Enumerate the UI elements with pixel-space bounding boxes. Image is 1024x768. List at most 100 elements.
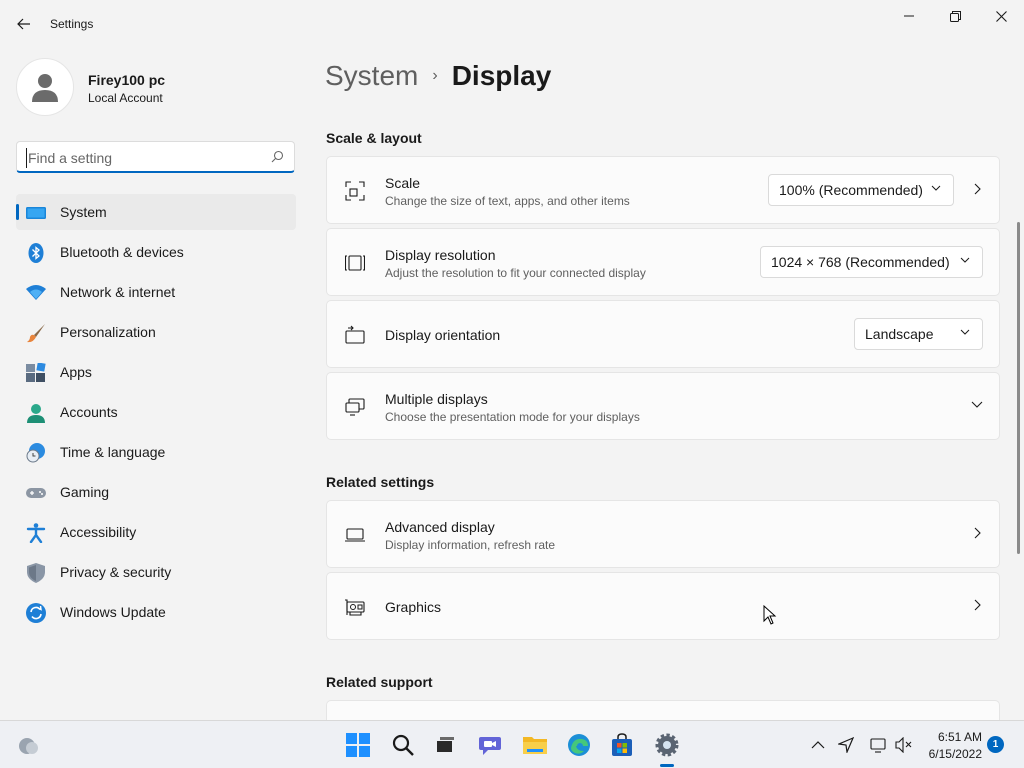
chevron-right-icon [974,527,981,539]
shield-icon [27,563,45,583]
location-icon [838,737,854,753]
start-button[interactable] [343,730,373,760]
gear-icon [655,733,679,757]
volume-tray-button[interactable] [891,730,917,760]
sidebar-item-label: Accounts [60,404,118,420]
sidebar-nav: System Bluetooth & devices Network & int… [16,194,296,634]
related-support-card[interactable] [326,700,1000,720]
network-tray-button[interactable] [866,730,892,760]
back-button[interactable] [10,10,38,38]
display-orientation-card: Display orientation Landscape [326,300,1000,368]
update-icon [26,603,46,623]
multiple-displays-card[interactable]: Multiple displays Choose the presentatio… [326,372,1000,440]
chevron-down-icon [960,257,970,263]
sidebar-item-label: System [60,204,107,220]
card-title: Display resolution [385,247,496,263]
gamepad-icon [26,488,46,498]
orientation-dropdown[interactable]: Landscape [854,318,983,350]
sidebar-item-network[interactable]: Network & internet [16,274,296,310]
minimize-button[interactable] [886,0,932,32]
store-button[interactable] [607,730,637,760]
sidebar-item-time-language[interactable]: Time & language [16,434,296,470]
system-icon [26,207,46,219]
search-icon [271,150,284,163]
sidebar-item-label: Bluetooth & devices [60,244,184,260]
chat-button[interactable] [475,730,505,760]
sidebar-item-privacy[interactable]: Privacy & security [16,554,296,590]
bluetooth-icon [28,243,44,263]
maximize-button[interactable] [932,0,978,32]
sidebar-item-bluetooth[interactable]: Bluetooth & devices [16,234,296,270]
profile-name: Firey100 pc [88,72,166,88]
sidebar-item-label: Network & internet [60,284,176,300]
minimize-icon [904,15,914,17]
sidebar-item-label: Personalization [60,324,156,340]
sidebar-item-label: Privacy & security [60,564,172,580]
search-box[interactable] [16,141,295,173]
location-tray-button[interactable] [833,730,859,760]
show-hidden-icons-button[interactable] [805,730,831,760]
breadcrumb-parent[interactable]: System [325,60,418,92]
card-title: Scale [385,175,421,191]
dropdown-value: Landscape [865,326,934,342]
sidebar-item-system[interactable]: System [16,194,296,230]
chat-icon [479,737,501,755]
sidebar-item-windows-update[interactable]: Windows Update [16,594,296,630]
chevron-right-icon: › [432,67,438,84]
breadcrumb: System › Display [325,58,551,94]
active-app-indicator [660,764,674,767]
sidebar-item-apps[interactable]: Apps [16,354,296,390]
settings-taskbar-button[interactable] [652,730,682,760]
sidebar-item-label: Accessibility [60,524,137,540]
person-icon [32,74,58,102]
time-language-icon [26,443,45,463]
file-explorer-button[interactable] [520,730,550,760]
chevron-down-icon[interactable] [971,401,983,408]
accessibility-icon [26,523,46,543]
store-icon [612,733,632,756]
scale-card: Scale Change the size of text, apps, and… [326,156,1000,224]
scrollbar[interactable] [1017,222,1020,554]
advanced-display-card[interactable]: Advanced display Display information, re… [326,500,1000,568]
multiple-displays-icon [345,398,365,416]
apps-icon [26,363,46,382]
search-input[interactable] [26,148,256,168]
restore-icon [949,10,961,22]
user-profile[interactable]: Firey100 pc Local Account [16,56,296,118]
sidebar-item-label: Windows Update [60,604,166,620]
clock-date[interactable]: 6/15/2022 [920,747,982,761]
graphics-card[interactable]: Graphics [326,572,1000,640]
sidebar-item-personalization[interactable]: Personalization [16,314,296,350]
chevron-right-icon [974,599,981,611]
edge-icon [568,734,590,756]
clock-time[interactable]: 6:51 AM [920,730,982,744]
folder-icon [523,737,547,754]
card-subtitle: Change the size of text, apps, and other… [385,194,630,208]
sidebar-item-accounts[interactable]: Accounts [16,394,296,430]
taskbar-search-button[interactable] [388,730,418,760]
sidebar-item-gaming[interactable]: Gaming [16,474,296,510]
scale-dropdown[interactable]: 100% (Recommended) [768,174,954,206]
sidebar-item-accessibility[interactable]: Accessibility [16,514,296,550]
sidebar-item-label: Time & language [60,444,166,460]
card-title: Advanced display [385,519,495,535]
sidebar-item-label: Gaming [60,484,110,500]
volume-muted-icon [895,737,912,753]
chevron-right-icon[interactable] [974,183,981,195]
card-subtitle: Choose the presentation mode for your di… [385,410,640,424]
edge-button[interactable] [564,730,594,760]
task-view-button[interactable] [430,730,460,760]
chevron-down-icon [931,185,941,191]
taskbar: 6:51 AM 6/15/2022 [0,720,1024,768]
windows-logo-icon [346,733,370,757]
title-bar: Settings [0,0,1024,48]
resolution-dropdown[interactable]: 1024 × 768 (Recommended) [760,246,983,278]
notification-badge[interactable]: 1 [987,736,1004,753]
dropdown-value: 100% (Recommended) [779,182,923,198]
back-arrow-icon [17,18,30,30]
card-subtitle: Display information, refresh rate [385,538,556,552]
weather-widget[interactable] [13,730,43,760]
card-title: Display orientation [385,327,501,343]
resolution-icon [345,255,365,271]
close-button[interactable] [978,0,1024,32]
